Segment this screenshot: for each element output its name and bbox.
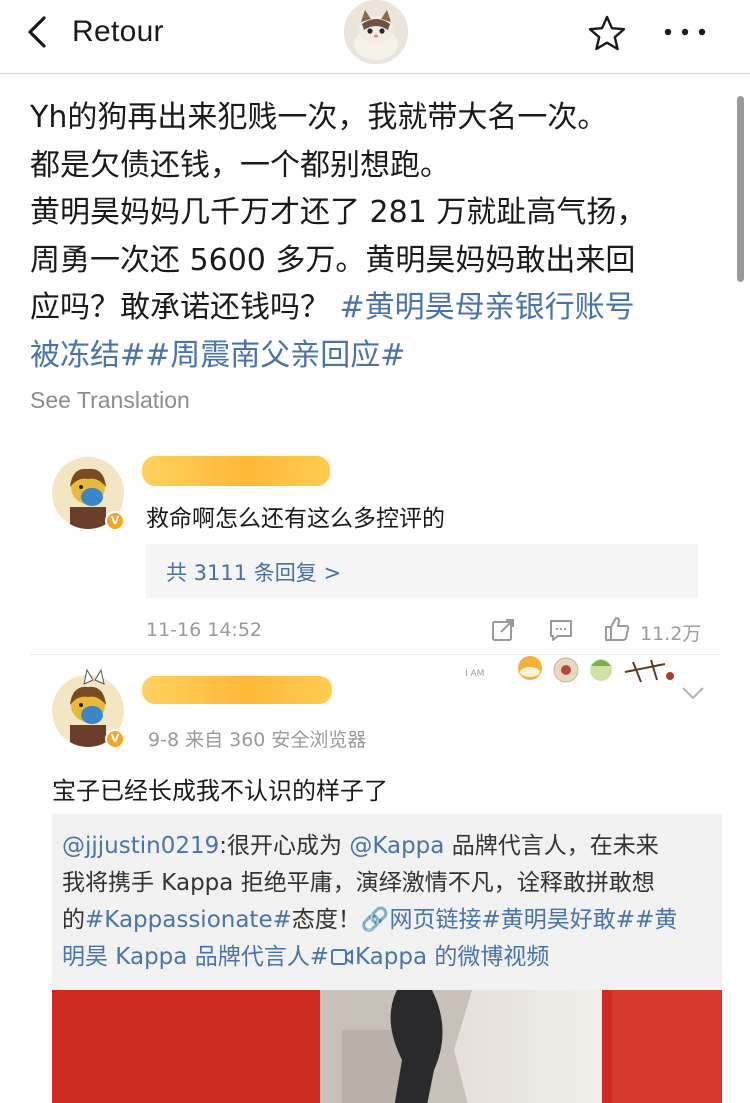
chevron-left-icon [28, 16, 46, 48]
user-mention-link[interactable]: @jjjustin0219 [62, 833, 219, 859]
repost-text-part: 态度！ [291, 907, 361, 933]
redacted-username [142, 676, 332, 704]
web-link[interactable]: 🔗网页链接 [361, 907, 482, 933]
like-count: 11.2万 [640, 623, 702, 645]
post-line: 周勇一次还 5600 多万。黄明昊妈妈敢出来回 [30, 242, 636, 278]
sticker-label: I AM [465, 669, 484, 679]
hashtag-link[interactable]: #黄 [635, 907, 677, 933]
user-mention-link[interactable]: @Kappa [349, 833, 444, 859]
hashtag-link[interactable]: #黄明昊好敢# [482, 907, 636, 933]
fan-badge-stickers-icon: I AM [465, 656, 674, 683]
post-line: 应吗？敢承诺还钱吗？ #黄明昊母亲银行账号 [30, 284, 735, 332]
scrollbar[interactable] [737, 96, 744, 282]
redacted-username [142, 456, 330, 486]
repost-text-part: 的 [62, 907, 85, 933]
verified-badge: V [105, 729, 125, 749]
profile-avatar[interactable] [344, 0, 408, 64]
cat-ears-decoration-icon [83, 668, 105, 685]
hashtag-link[interactable]: #Kappassionate# [85, 907, 292, 933]
comment-source: 9-8 来自 360 安全浏览器 [148, 729, 367, 751]
chevron-down-icon[interactable] [680, 685, 706, 701]
back-button[interactable]: Retour [26, 10, 164, 54]
comment-timestamp: 11-16 14:52 [146, 619, 263, 641]
more-icon[interactable] [660, 14, 710, 50]
repost-line: 明昊 Kappa 品牌代言人# Kappa 的微博视频 [62, 939, 717, 976]
comment-text: 救命啊怎么还有这么多控评的 [146, 506, 445, 532]
repost-text-part: :很开心成为 [219, 833, 350, 859]
hashtag-link[interactable]: 被冻结# [30, 338, 145, 373]
top-nav-bar: Retour [0, 0, 750, 74]
hashtag-link[interactable]: #黄明昊母亲银行账号 [340, 290, 635, 325]
share-icon[interactable] [490, 617, 516, 643]
hashtag-link[interactable]: 明昊 Kappa 品牌代言人# [62, 944, 329, 970]
cat-avatar-image [344, 0, 408, 64]
repost-card[interactable]: @jjjustin0219:很开心成为 @Kappa 品牌代言人，在未来 我将携… [52, 814, 722, 1103]
comment-icon[interactable] [548, 617, 574, 643]
post-line: 被冻结##周震南父亲回应# [30, 332, 735, 380]
comment-text: 宝子已经长成我不认识的样子了 [52, 777, 388, 805]
hashtag-link[interactable]: #周震南父亲回应# [145, 338, 405, 373]
video-link[interactable]: Kappa 的微博视频 [329, 944, 549, 970]
replies-box[interactable]: 共 3111 条回复 > [146, 544, 698, 598]
star-icon[interactable] [587, 14, 627, 52]
video-icon [330, 949, 353, 965]
thumbs-up-icon[interactable] [603, 615, 631, 643]
verified-badge: V [105, 511, 125, 531]
post-line: Yh的狗再出来犯贱一次，我就带大名一次。 [30, 100, 608, 135]
repost-line: @jjjustin0219:很开心成为 @Kappa 品牌代言人，在未来 [62, 828, 717, 865]
repost-line: 的#Kappassionate#态度！🔗网页链接#黄明昊好敢##黄 [62, 902, 717, 939]
post-text: Yh的狗再出来犯贱一次，我就带大名一次。 都是欠债还钱，一个都别想跑。 黄明昊妈… [30, 94, 735, 379]
post-line: 黄明昊妈妈几千万才还了 281 万就趾高气扬， [30, 195, 647, 230]
video-frame-image [52, 990, 722, 1103]
see-translation-link[interactable]: See Translation [30, 387, 190, 414]
video-link-label: Kappa 的微博视频 [354, 944, 550, 970]
post-line: 都是欠债还钱，一个都别想跑。 [30, 147, 450, 183]
repost-line: 我将携手 Kappa 拒绝平庸，演绎激情不凡，诠释敢拼敢想 [62, 870, 655, 896]
post-line-text: 应吗？敢承诺还钱吗？ [30, 290, 340, 325]
video-thumbnail[interactable] [52, 990, 722, 1103]
repost-text-part: 品牌代言人，在未来 [444, 833, 659, 859]
back-label: Retour [72, 15, 164, 48]
view-replies-link[interactable]: 共 3111 条回复 > [166, 557, 341, 587]
repost-text: @jjjustin0219:很开心成为 @Kappa 品牌代言人，在未来 我将携… [62, 828, 717, 976]
